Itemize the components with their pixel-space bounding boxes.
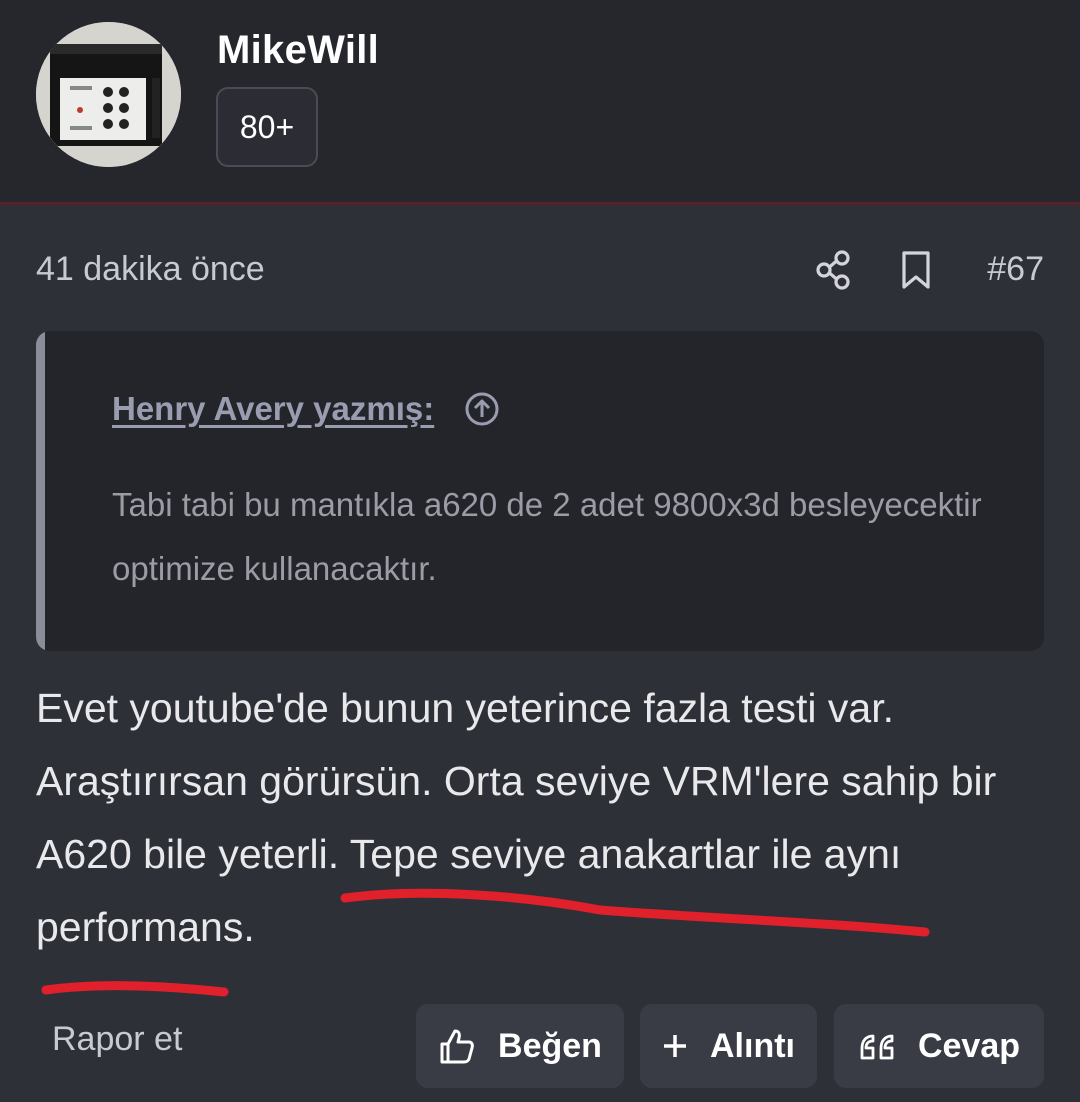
user-badge[interactable]: 80+ xyxy=(216,87,318,167)
like-button[interactable]: Beğen xyxy=(416,1004,624,1088)
quote-author-link[interactable]: Henry Avery yazmış: xyxy=(112,390,434,428)
post-body: Evet youtube'de bunun yeterince fazla te… xyxy=(36,685,997,950)
bookmark-icon[interactable] xyxy=(898,248,934,292)
arrow-up-circle-icon[interactable] xyxy=(464,391,500,427)
reply-label: Cevap xyxy=(917,1026,1021,1065)
quote-marks-icon xyxy=(860,1034,894,1060)
quote-block: Henry Avery yazmış: Tabi tabi bu mantıkl… xyxy=(36,331,1044,651)
post-timestamp[interactable]: 41 dakika önce xyxy=(36,250,265,289)
plus-icon xyxy=(664,1035,686,1057)
thumbs-up-icon xyxy=(440,1029,474,1064)
quote-button[interactable]: Alıntı xyxy=(640,1004,817,1088)
quote-label: Alıntı xyxy=(710,1026,795,1065)
reply-button[interactable]: Cevap xyxy=(834,1004,1044,1088)
like-label: Beğen xyxy=(498,1026,602,1065)
post-meta-row: 41 dakika önce #67 xyxy=(36,248,1044,292)
username[interactable]: MikeWill xyxy=(217,28,379,73)
report-link[interactable]: Rapor et xyxy=(52,1020,182,1059)
share-icon[interactable] xyxy=(814,248,854,292)
post-number[interactable]: #67 xyxy=(987,250,1044,289)
quote-accent-bar xyxy=(36,331,45,651)
post-author-header: MikeWill 80+ xyxy=(0,0,1080,205)
quote-text: Tabi tabi bu mantıkla a620 de 2 adet 980… xyxy=(112,486,982,587)
avatar[interactable] xyxy=(36,22,181,167)
